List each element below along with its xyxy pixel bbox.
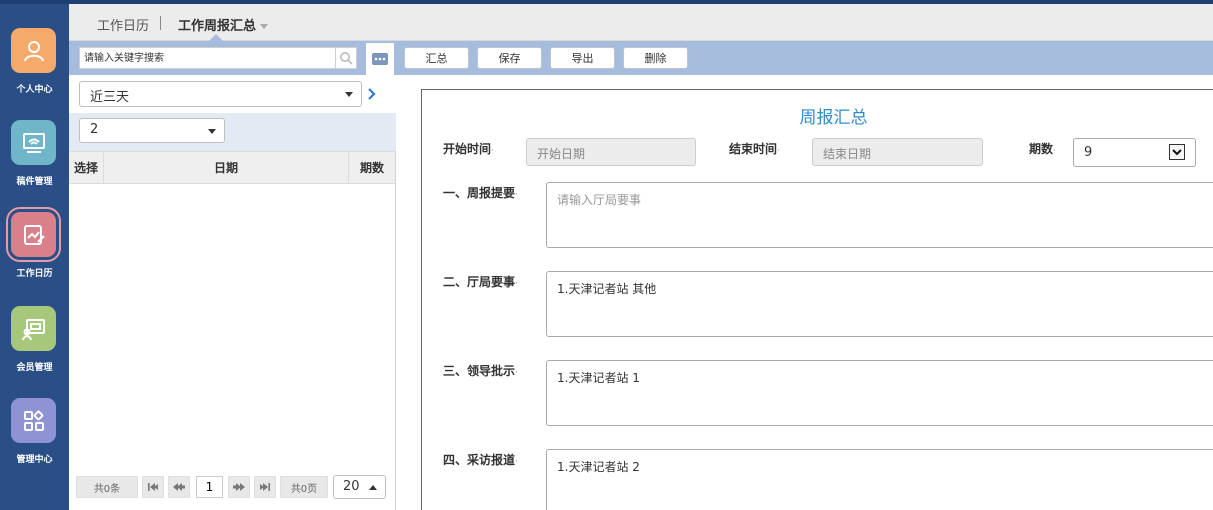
page-number-input[interactable]	[196, 476, 223, 498]
total-pages: 共0页	[280, 476, 328, 498]
sidebar-item-personal-center[interactable]: 个人中心	[0, 28, 69, 116]
count-value: 2	[90, 122, 99, 137]
column-period[interactable]: 期数	[349, 152, 395, 183]
section-label-summary: 一、周报提要·	[443, 186, 518, 200]
bureau-events-textarea[interactable]: 1.天津记者站 其他	[546, 271, 1213, 337]
page-size-value: 20	[343, 479, 360, 494]
delete-button[interactable]: 删除	[623, 47, 688, 69]
date-range-select[interactable]: 近三天	[79, 81, 362, 107]
summary-textarea[interactable]: 请输入厅局要事	[546, 182, 1213, 248]
edit-chart-icon	[6, 207, 61, 262]
grid-header: 选择 日期 期数	[69, 151, 395, 184]
start-date-input[interactable]: 开始日期	[526, 138, 696, 166]
caret-down-icon	[208, 129, 216, 134]
more-options-button[interactable]	[366, 43, 394, 75]
section-label-text: 一、周报提要	[443, 186, 516, 200]
interview-reports-textarea[interactable]: 1.天津记者站 2	[546, 449, 1213, 510]
summary-button[interactable]: 汇总	[404, 47, 469, 69]
search-icon	[340, 52, 353, 65]
tab-weekly-summary[interactable]: 工作周报汇总	[178, 15, 269, 34]
column-select[interactable]: 选择	[69, 152, 104, 183]
period-label-text: 期数	[1029, 142, 1054, 156]
section-label-text: 四、采访报道	[443, 453, 516, 467]
period-label: 期数·	[1029, 142, 1056, 156]
sidebar-item-label: 会员管理	[16, 363, 53, 373]
last-page-icon	[260, 483, 270, 491]
section-label-text: 二、厅局要事	[443, 275, 516, 289]
caret-up-icon	[369, 485, 377, 490]
sidebar-item-manuscript-management[interactable]: 稿件管理	[0, 120, 69, 208]
search-input[interactable]	[79, 47, 336, 69]
column-date[interactable]: 日期	[104, 152, 349, 183]
start-time-label: 开始时间·	[443, 142, 494, 156]
save-button[interactable]: 保存	[477, 47, 542, 69]
expand-button[interactable]	[365, 85, 379, 103]
tab-separator	[160, 16, 161, 30]
sidebar-item-label: 工作日历	[16, 269, 53, 279]
section-label-bureau-events: 二、厅局要事·	[443, 275, 518, 289]
first-page-icon	[148, 483, 158, 491]
sidebar: 个人中心 稿件管理 工作日历 会员管理 管理中心	[0, 4, 69, 510]
left-panel: 近三天 2 选择 日期 期数 共0条 共0页 20	[69, 41, 396, 510]
count-row: 2	[69, 113, 396, 151]
chevron-down-icon	[1172, 148, 1182, 155]
next-page-icon	[233, 483, 245, 491]
form-title: 周报汇总	[799, 108, 868, 128]
board-icon	[11, 306, 56, 351]
sidebar-item-label: 稿件管理	[16, 177, 53, 187]
content-area: 周报汇总 开始时间· 开始日期 结束时间· 结束日期 期数· 9 一、周报提要·…	[396, 75, 1213, 510]
prev-page-button[interactable]	[168, 476, 190, 498]
search-bar	[69, 41, 396, 75]
user-icon	[11, 28, 56, 73]
filter-row: 近三天	[69, 75, 396, 113]
total-records: 共0条	[76, 476, 138, 498]
section-label-leader-instructions: 三、领导批示·	[443, 364, 518, 378]
apps-grid-icon	[11, 398, 56, 443]
sidebar-item-work-calendar[interactable]: 工作日历	[0, 207, 69, 300]
more-dots-icon	[372, 53, 388, 65]
monitor-icon	[11, 120, 56, 165]
end-date-input[interactable]: 结束日期	[812, 138, 983, 166]
pagination: 共0条 共0页 20	[69, 471, 395, 503]
search-button[interactable]	[335, 47, 357, 69]
sidebar-item-management-center[interactable]: 管理中心	[0, 398, 69, 486]
caret-down-icon	[345, 92, 353, 97]
sidebar-item-member-management[interactable]: 会员管理	[0, 306, 69, 394]
tab-work-calendar[interactable]: 工作日历	[97, 15, 149, 34]
end-time-label-text: 结束时间	[729, 142, 778, 156]
last-page-button[interactable]	[254, 476, 276, 498]
active-tab-pointer	[209, 34, 223, 41]
tab-label: 工作周报汇总	[178, 19, 257, 34]
section-label-text: 三、领导批示	[443, 364, 516, 378]
dropdown-button[interactable]	[1169, 144, 1185, 160]
period-value: 9	[1084, 145, 1093, 160]
weekly-summary-form: 周报汇总 开始时间· 开始日期 结束时间· 结束日期 期数· 9 一、周报提要·…	[421, 89, 1213, 510]
prev-page-icon	[173, 483, 185, 491]
page-size-select[interactable]: 20	[333, 475, 386, 499]
start-time-label-text: 开始时间	[443, 142, 492, 156]
export-button[interactable]: 导出	[550, 47, 615, 69]
chevron-right-icon	[368, 88, 376, 100]
sidebar-item-label: 管理中心	[16, 455, 53, 465]
action-toolbar: 汇总 保存 导出 删除	[396, 41, 1213, 75]
count-select[interactable]: 2	[79, 118, 225, 143]
sidebar-item-label: 个人中心	[16, 85, 53, 95]
leader-instructions-textarea[interactable]: 1.天津记者站 1	[546, 360, 1213, 426]
next-page-button[interactable]	[228, 476, 250, 498]
tab-bar: 工作日历 工作周报汇总	[69, 4, 1213, 41]
period-select[interactable]: 9	[1073, 138, 1196, 167]
date-range-value: 近三天	[90, 90, 130, 105]
end-time-label: 结束时间·	[729, 142, 780, 156]
section-label-interview-reports: 四、采访报道·	[443, 453, 518, 467]
first-page-button[interactable]	[142, 476, 164, 498]
chevron-down-icon	[260, 24, 269, 29]
